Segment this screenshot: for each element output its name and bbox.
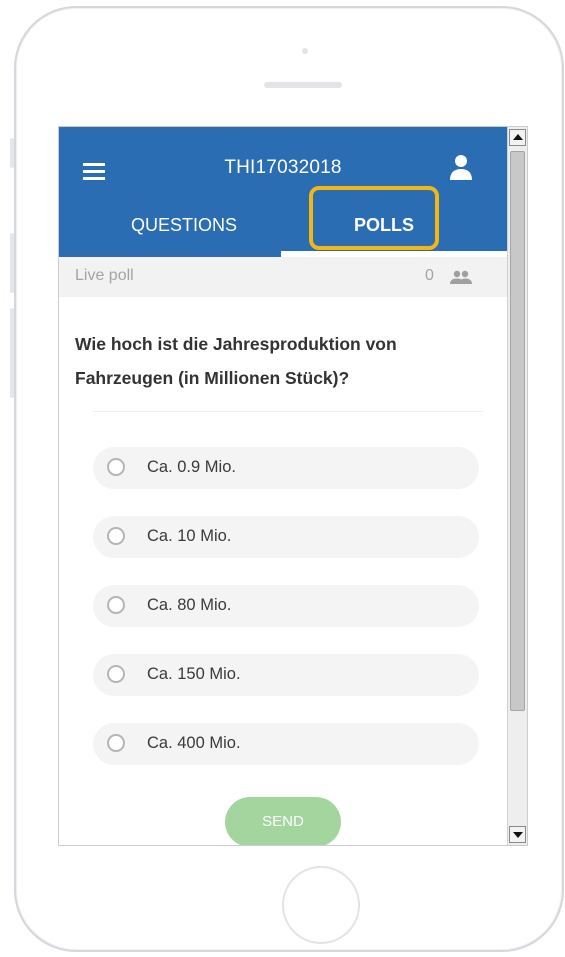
app-header: THI17032018 QUESTIONS POLLS — [59, 127, 507, 257]
polls-tab-highlight — [309, 186, 439, 250]
scroll-up-arrow-icon[interactable] — [509, 129, 526, 146]
poll-option-3[interactable]: Ca. 80 Mio. — [93, 585, 479, 627]
live-poll-bar: Live poll 0 — [59, 257, 507, 297]
poll-option-label: Ca. 10 Mio. — [147, 527, 232, 545]
radio-unchecked-icon[interactable] — [107, 458, 125, 476]
poll-option-1[interactable]: Ca. 0.9 Mio. — [93, 447, 479, 489]
poll-option-label: Ca. 400 Mio. — [147, 734, 241, 752]
people-icon — [450, 270, 472, 284]
question-divider — [93, 411, 483, 412]
poll-option-label: Ca. 150 Mio. — [147, 665, 241, 683]
vertical-scrollbar[interactable] — [507, 127, 527, 845]
app-title: THI17032018 — [224, 157, 342, 178]
phone-speaker — [264, 82, 342, 88]
radio-unchecked-icon[interactable] — [107, 665, 125, 683]
participant-count: 0 — [425, 267, 434, 284]
app-content: THI17032018 QUESTIONS POLLS Live poll 0 … — [59, 127, 507, 845]
scrollbar-thumb[interactable] — [510, 151, 525, 711]
phone-camera — [302, 48, 308, 54]
phone-side-button-upper — [10, 138, 14, 168]
radio-unchecked-icon[interactable] — [107, 596, 125, 614]
user-icon[interactable] — [449, 153, 473, 181]
phone-side-button-middle — [10, 233, 14, 293]
app-screen: THI17032018 QUESTIONS POLLS Live poll 0 … — [58, 126, 528, 846]
poll-option-label: Ca. 80 Mio. — [147, 596, 232, 614]
poll-option-5[interactable]: Ca. 400 Mio. — [93, 723, 479, 765]
poll-option-4[interactable]: Ca. 150 Mio. — [93, 654, 479, 696]
send-button[interactable]: SEND — [225, 797, 341, 845]
live-poll-label: Live poll — [75, 267, 134, 284]
poll-option-2[interactable]: Ca. 10 Mio. — [93, 516, 479, 558]
poll-option-label: Ca. 0.9 Mio. — [147, 458, 236, 476]
radio-unchecked-icon[interactable] — [107, 527, 125, 545]
poll-question: Wie hoch ist die Jahresproduktion von Fa… — [75, 334, 397, 388]
scroll-down-arrow-icon[interactable] — [509, 826, 526, 843]
phone-home-button[interactable] — [282, 866, 360, 944]
radio-unchecked-icon[interactable] — [107, 734, 125, 752]
tab-questions[interactable]: QUESTIONS — [99, 215, 269, 236]
phone-side-button-lower — [10, 308, 14, 398]
